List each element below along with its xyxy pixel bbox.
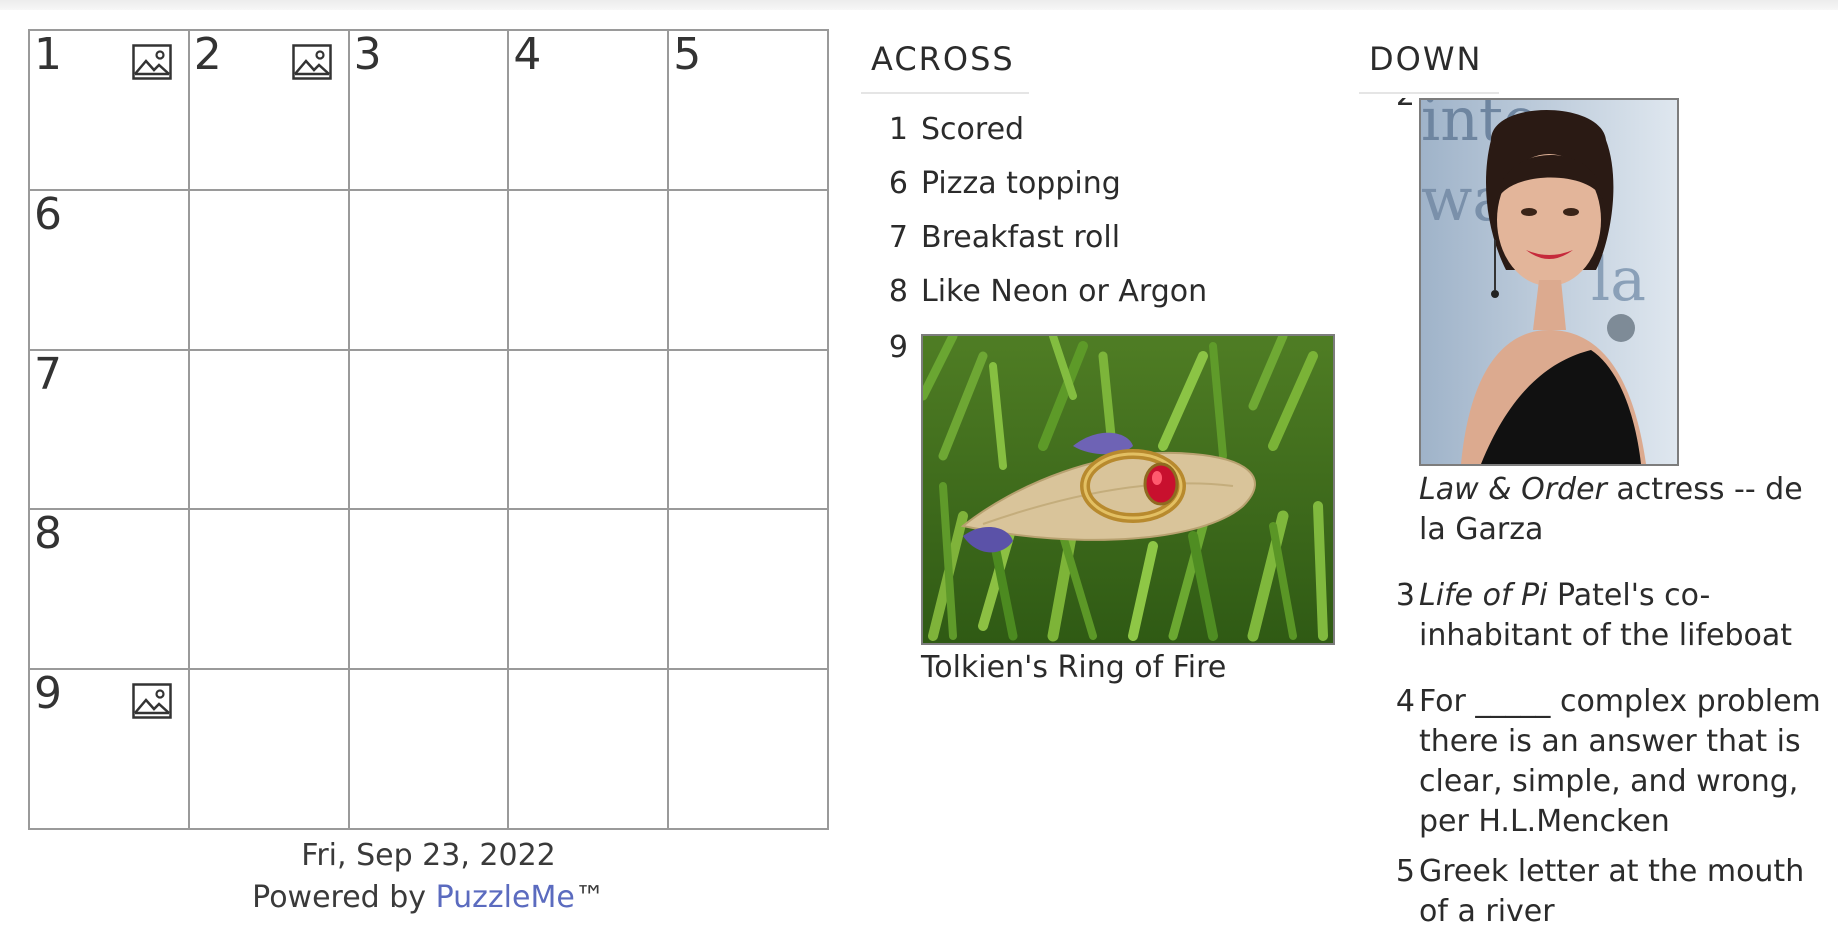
clue-number: 6	[888, 166, 908, 201]
crossword-grid[interactable]: 1 2 3 4 5 6 7 8 9	[28, 29, 829, 830]
grid-cell[interactable]: 4	[509, 29, 670, 191]
grid-cell[interactable]	[509, 510, 670, 671]
grid-cell[interactable]	[669, 350, 829, 511]
clue-italic: Law & Order	[1419, 472, 1607, 507]
clue-text: Scored	[921, 112, 1025, 147]
cell-number: 5	[673, 29, 702, 80]
grid-cell[interactable]: 6	[30, 188, 190, 351]
grid-cell[interactable]: 2	[189, 29, 350, 191]
down-clue-list[interactable]: 2 inte wa la	[1359, 98, 1838, 930]
down-heading: DOWN	[1359, 40, 1499, 94]
clue-number: 7	[888, 220, 908, 255]
image-clue-icon	[132, 683, 172, 719]
grid-cell[interactable]	[349, 350, 510, 511]
cell-number: 3	[353, 29, 382, 80]
cell-number: 9	[34, 668, 62, 720]
grid-cell[interactable]: 3	[349, 29, 510, 191]
grid-cell[interactable]: 1	[30, 31, 190, 191]
grid-cell[interactable]	[189, 190, 350, 351]
grid-cell[interactable]	[669, 510, 829, 671]
cell-number: 1	[34, 29, 62, 80]
clue-number: 2	[1359, 98, 1415, 116]
clue-number: 9	[888, 330, 908, 365]
powered-by-label: Powered by	[252, 880, 436, 915]
puzzle-date: Fri, Sep 23, 2022	[301, 838, 556, 873]
across-heading: ACROSS	[861, 40, 1029, 94]
grid-cell[interactable]	[509, 350, 670, 511]
actress-photo: inte wa la	[1419, 98, 1679, 466]
puzzleme-link[interactable]: PuzzleMe	[436, 880, 575, 915]
grid-cell[interactable]: 5	[669, 31, 829, 191]
clue-text: Life of Pi Patel's co-inhabitant of the …	[1419, 576, 1834, 656]
grid-cell[interactable]	[669, 670, 829, 830]
ring-photo	[921, 334, 1335, 645]
clue-text: Tolkien's Ring of Fire	[921, 650, 1227, 685]
grid-cell[interactable]	[669, 190, 829, 351]
grid-cell[interactable]	[189, 510, 350, 671]
grid-cell[interactable]: 9	[30, 670, 190, 830]
clue-number: 3	[1395, 578, 1415, 613]
trademark-symbol: ™	[574, 880, 605, 915]
clue-text: For _____ complex problem there is an an…	[1419, 684, 1821, 839]
grid-cell[interactable]: 7	[30, 348, 190, 511]
powered-by: Powered by PuzzleMe™	[28, 880, 829, 915]
grid-cell[interactable]	[189, 670, 350, 830]
cell-number: 4	[513, 29, 542, 80]
grid-cell[interactable]	[349, 190, 510, 351]
top-strip	[0, 0, 1838, 10]
grid-cell[interactable]	[349, 510, 510, 671]
ring-caption: Tolkien's Ring of Fire	[921, 648, 1226, 688]
cell-number: 6	[34, 188, 62, 240]
grid-cell[interactable]	[509, 670, 670, 830]
clue-number: 8	[888, 274, 908, 309]
clue-number: 5	[1395, 854, 1415, 889]
image-clue-icon	[291, 44, 332, 80]
clue-italic: Life of Pi	[1419, 578, 1548, 613]
grid-cell[interactable]	[349, 670, 510, 830]
cell-number: 8	[34, 508, 62, 560]
clue-text: Pizza topping	[921, 166, 1121, 201]
clue-number: 1	[888, 112, 908, 147]
clue-number: 4	[1395, 684, 1415, 719]
grid-cell[interactable]	[509, 190, 670, 351]
cell-number: 7	[34, 348, 62, 400]
grid-cell[interactable]: 8	[30, 508, 190, 671]
cell-number: 2	[193, 29, 222, 80]
clue-text: Breakfast roll	[921, 220, 1121, 255]
grid-cell[interactable]	[189, 350, 350, 511]
clue-text: Law & Order actress -- de la Garza	[1419, 470, 1834, 550]
clue-text: Like Neon or Argon	[921, 274, 1208, 309]
image-clue-icon	[132, 44, 172, 80]
clue-text: Greek letter at the mouth of a river	[1419, 854, 1805, 929]
